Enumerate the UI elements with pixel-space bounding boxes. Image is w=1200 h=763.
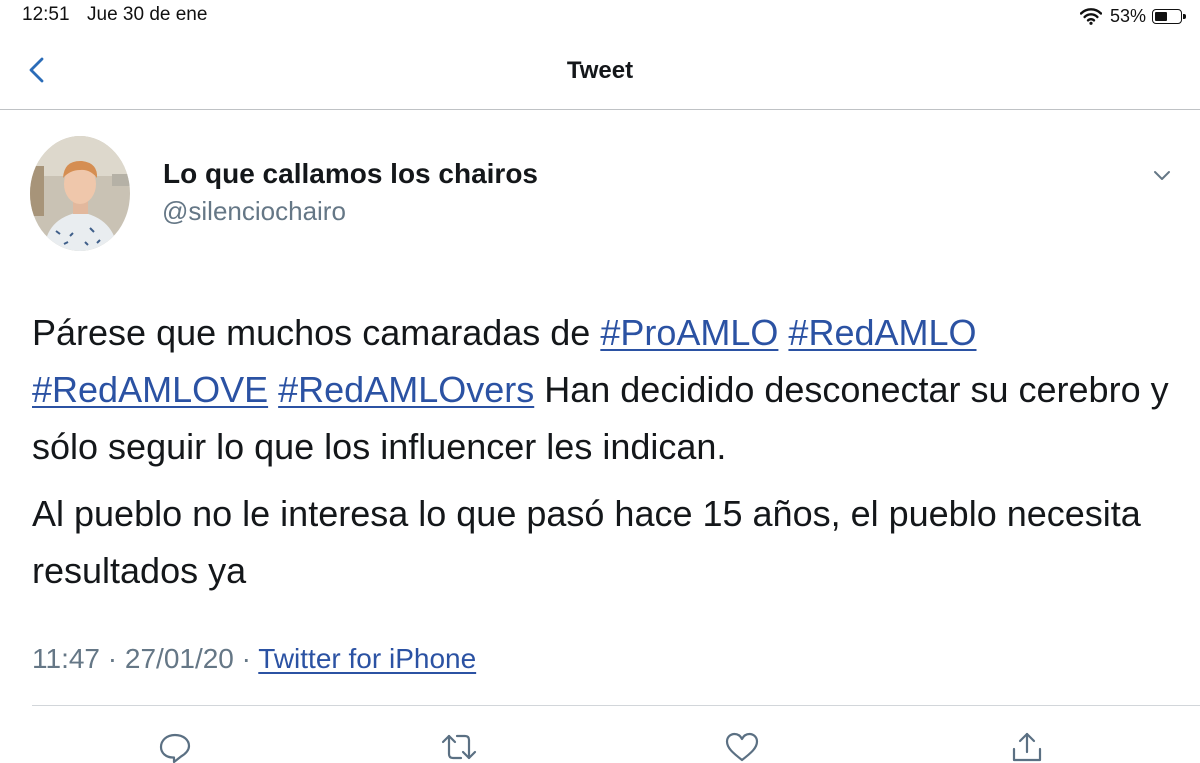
status-date: Jue 30 de ene — [87, 4, 208, 25]
share-button[interactable] — [1009, 731, 1045, 763]
tweet-paragraph: Al pueblo no le interesa lo que pasó hac… — [32, 485, 1172, 599]
page-title: Tweet — [566, 57, 634, 84]
hashtag-link[interactable]: #RedAMLOVE — [32, 369, 268, 410]
tweet-detail-screen: 12:51 Jue 30 de ene 53% Tweet Lo que cal… — [0, 0, 1200, 763]
chevron-down-icon — [1154, 171, 1170, 180]
tweet-options-button[interactable] — [1148, 163, 1176, 187]
battery-percentage: 53% — [1109, 5, 1146, 26]
heart-icon — [725, 732, 759, 762]
hashtag-link[interactable]: #RedAMLOvers — [278, 369, 534, 410]
tweet-text-run — [268, 369, 278, 410]
divider — [32, 705, 1200, 706]
battery-icon — [1152, 8, 1186, 24]
tweet-text-run: Al pueblo no le interesa lo que pasó hac… — [32, 493, 1141, 591]
retweet-icon — [441, 734, 477, 760]
tweet-text-run — [778, 312, 788, 353]
hashtag-link[interactable]: #RedAMLO — [788, 312, 976, 353]
author-display-name[interactable]: Lo que callamos los chairos — [163, 158, 538, 190]
share-icon — [1012, 732, 1042, 762]
wifi-icon — [1079, 8, 1102, 25]
status-time: 12:51 — [22, 4, 70, 25]
comment-icon — [159, 733, 191, 763]
reply-button[interactable] — [157, 731, 193, 763]
hashtag-link[interactable]: #ProAMLO — [600, 312, 778, 353]
tweet-text: Párese que muchos camaradas de #ProAMLO … — [32, 304, 1172, 599]
status-bar: 12:51 Jue 30 de ene 53% — [0, 0, 1200, 32]
like-button[interactable] — [724, 731, 760, 763]
battery-cap — [1183, 13, 1186, 19]
tweet-date: 27/01/20 — [124, 643, 234, 674]
tweet-text-run: Párese que muchos camaradas de — [32, 312, 601, 353]
status-indicators: 53% — [1079, 4, 1186, 28]
tweet-paragraph: Párese que muchos camaradas de #ProAMLO … — [32, 304, 1172, 475]
meta-separator: · — [233, 643, 259, 674]
tweet-source-link[interactable]: Twitter for iPhone — [258, 643, 476, 674]
meta-separator: · — [100, 643, 125, 674]
tweet-meta: 11:47 · 27/01/20 · Twitter for iPhone — [32, 643, 476, 675]
avatar[interactable] — [30, 136, 130, 251]
author-username[interactable]: @silenciochairo — [162, 196, 346, 227]
tweet-time: 11:47 — [32, 643, 100, 674]
battery-level-fill — [1155, 11, 1167, 21]
retweet-button[interactable] — [441, 731, 477, 763]
profile-photo — [30, 136, 130, 251]
navigation-bar: Tweet — [0, 32, 1200, 110]
